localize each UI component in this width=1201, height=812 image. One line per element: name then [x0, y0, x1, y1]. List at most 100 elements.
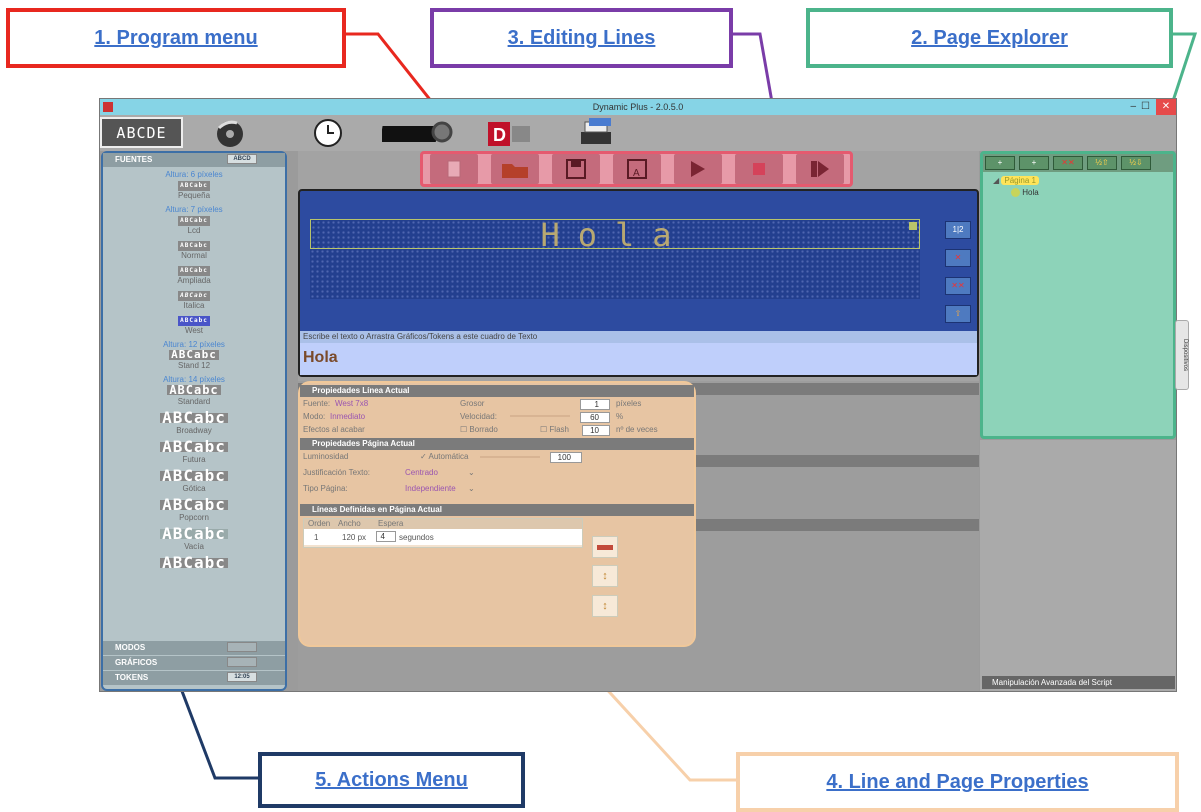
- auto-checkbox[interactable]: ✓ Automática: [420, 452, 469, 461]
- font-pequena[interactable]: ABCabc Pequeña: [103, 180, 285, 201]
- delete-line-icon[interactable]: [592, 536, 618, 558]
- tree-page[interactable]: ◢ Página 1: [993, 176, 1173, 185]
- save-as-button[interactable]: A: [612, 154, 661, 184]
- modo-row: Modo: Inmediato Velocidad: 60 %: [300, 410, 694, 423]
- font-name: Italica: [183, 301, 205, 310]
- tokens-badge: 12:05: [227, 672, 257, 682]
- font-sample: ABCabc: [160, 466, 228, 485]
- page-explorer-panel: + + ✕✕ ½⇧ ½⇩ ◢ Página 1 Hola: [980, 151, 1176, 439]
- grosor-unit: píxeles: [616, 399, 642, 408]
- flash-checkbox[interactable]: ☐ Flash: [540, 425, 569, 434]
- move-line-down-icon[interactable]: ↕: [592, 595, 618, 617]
- move-page-up-icon[interactable]: ½⇧: [1087, 156, 1117, 170]
- program-menu-link[interactable]: 1. Program menu: [94, 27, 257, 50]
- add-page-icon[interactable]: +: [985, 156, 1015, 170]
- move-page-down-icon[interactable]: ½⇩: [1121, 156, 1151, 170]
- clock-icon[interactable]: [308, 117, 348, 148]
- line-icon: [1011, 188, 1020, 198]
- dispositivos-tab[interactable]: Dispositivos: [1175, 320, 1189, 390]
- text-hint: Escribe el texto o Arrastra Gráficos/Tok…: [300, 331, 977, 343]
- font-popcorn[interactable]: ABCabc Popcorn: [103, 497, 285, 523]
- font-ampliada[interactable]: ABCabc Ampliada: [103, 265, 285, 286]
- modo-value[interactable]: Inmediato: [330, 412, 365, 421]
- tree-line-label: Hola: [1022, 188, 1039, 197]
- move-up-button[interactable]: ⇧: [945, 305, 971, 323]
- move-line-up-icon[interactable]: ↕: [592, 565, 618, 587]
- line-page-properties-link[interactable]: 4. Line and Page Properties: [826, 771, 1088, 794]
- font-futura[interactable]: ABCabc Futura: [103, 439, 285, 465]
- page-props-section[interactable]: Propiedades Página Actual: [300, 438, 694, 450]
- fuente-value[interactable]: West 7x8: [335, 399, 368, 408]
- new-file-button[interactable]: [429, 154, 478, 184]
- font-name: Broadway: [176, 426, 212, 435]
- delete-all-icon[interactable]: ✕✕: [1053, 156, 1083, 170]
- stop-button[interactable]: [734, 154, 783, 184]
- tokens-header[interactable]: TOKENS 12:05: [103, 671, 285, 685]
- font-west[interactable]: ABCabc West: [103, 315, 285, 336]
- delete-line-button[interactable]: ✕: [945, 249, 971, 267]
- disc-icon[interactable]: [208, 117, 252, 148]
- font-stand12[interactable]: ABCabc Stand 12: [103, 349, 285, 371]
- main-toolbar: ABCDE D: [100, 115, 1176, 151]
- font-extra[interactable]: ABCabc: [103, 553, 285, 572]
- editing-lines-panel: Hola 1|2 ✕ ✕✕ ⇧ ⇩ Escribe el texto o Arr…: [298, 189, 979, 377]
- font-gotica[interactable]: ABCabc Gótica: [103, 466, 285, 494]
- modos-header[interactable]: MODOS: [103, 641, 285, 655]
- font-group-7px: Altura: 7 píxeles ABCabc Lcd ABCabc Normal…: [103, 205, 285, 336]
- cell-unit: segundos: [399, 533, 434, 542]
- line-text-input[interactable]: Hola: [300, 343, 977, 375]
- font-standard[interactable]: ABCabc Standard: [103, 384, 285, 407]
- script-section[interactable]: Manipulación Avanzada del Script: [982, 676, 1175, 689]
- delete-all-lines-button[interactable]: ✕✕: [945, 277, 971, 295]
- table-row[interactable]: 1 120 px 4 segundos: [304, 529, 582, 545]
- luminosidad-slider[interactable]: [480, 456, 540, 458]
- lines-table-header: Orden Ancho Espera: [304, 519, 582, 529]
- split-line-button[interactable]: 1|2: [945, 221, 971, 239]
- font-sample: ABCabc: [160, 553, 228, 572]
- luminosidad-stepper[interactable]: 100: [550, 452, 582, 463]
- minimize-button[interactable]: –: [1130, 99, 1136, 115]
- font-name: Popcorn: [179, 513, 209, 522]
- efectos-row: Efectos al acabar ☐ Borrado ☐ Flash 10 n…: [300, 423, 694, 436]
- font-name: Ampliada: [177, 276, 211, 285]
- led-panel-gear-icon[interactable]: [380, 117, 460, 148]
- title-bar: Dynamic Plus - 2.0.5.0 – ☐ ✕: [100, 99, 1176, 115]
- font-sample: ABCabc: [178, 216, 210, 226]
- font-group-6px: Altura: 6 píxeles ABCabc Pequeña: [103, 170, 285, 201]
- cell-espera-stepper[interactable]: 4: [376, 531, 396, 542]
- add-line-icon[interactable]: +: [1019, 156, 1049, 170]
- font-italica[interactable]: ABCabc Italica: [103, 290, 285, 311]
- font-normal[interactable]: ABCabc Normal: [103, 240, 285, 261]
- borrado-checkbox[interactable]: ☐ Borrado: [460, 425, 498, 434]
- play-button[interactable]: [673, 154, 722, 184]
- maximize-button[interactable]: ☐: [1141, 99, 1150, 115]
- tree-line[interactable]: Hola: [1011, 188, 1173, 198]
- send-button[interactable]: [795, 154, 844, 184]
- flash-stepper[interactable]: 10: [582, 425, 610, 436]
- editing-lines-link[interactable]: 3. Editing Lines: [508, 27, 656, 50]
- lines-defined-section[interactable]: Líneas Definidas en Página Actual: [300, 504, 694, 516]
- actions-menu-panel: FUENTES ABCD Altura: 6 píxeles ABCabc Pequ…: [101, 151, 287, 691]
- justificacion-select[interactable]: Centrado: [405, 468, 438, 477]
- tipo-select[interactable]: Independiente: [405, 484, 456, 493]
- velocidad-stepper[interactable]: 60: [580, 412, 610, 423]
- close-button[interactable]: ✕: [1156, 99, 1176, 115]
- open-folder-button[interactable]: [490, 154, 539, 184]
- save-button[interactable]: [551, 154, 600, 184]
- actions-menu-link[interactable]: 5. Actions Menu: [315, 769, 468, 792]
- velocidad-slider[interactable]: [510, 415, 570, 417]
- dynamic-logo-icon[interactable]: D: [482, 117, 536, 148]
- page-explorer-link[interactable]: 2. Page Explorer: [911, 27, 1068, 50]
- font-lcd[interactable]: ABCabc Lcd: [103, 215, 285, 236]
- led-text: Hola: [540, 216, 690, 254]
- graficos-header[interactable]: GRÁFICOS: [103, 656, 285, 670]
- font-vacia[interactable]: ABCabc Vacía: [103, 526, 285, 552]
- printer-stack-icon[interactable]: [570, 117, 624, 148]
- fuentes-header[interactable]: FUENTES ABCD: [103, 153, 285, 167]
- font-sample: ABCabc: [178, 181, 210, 191]
- line-props-section[interactable]: Propiedades Línea Actual: [300, 385, 694, 397]
- led-preview-line[interactable]: Hola: [310, 216, 920, 254]
- abcde-display-icon[interactable]: ABCDE: [100, 117, 183, 148]
- grosor-stepper[interactable]: 1: [580, 399, 610, 410]
- font-broadway[interactable]: ABCabc Broadway: [103, 410, 285, 436]
